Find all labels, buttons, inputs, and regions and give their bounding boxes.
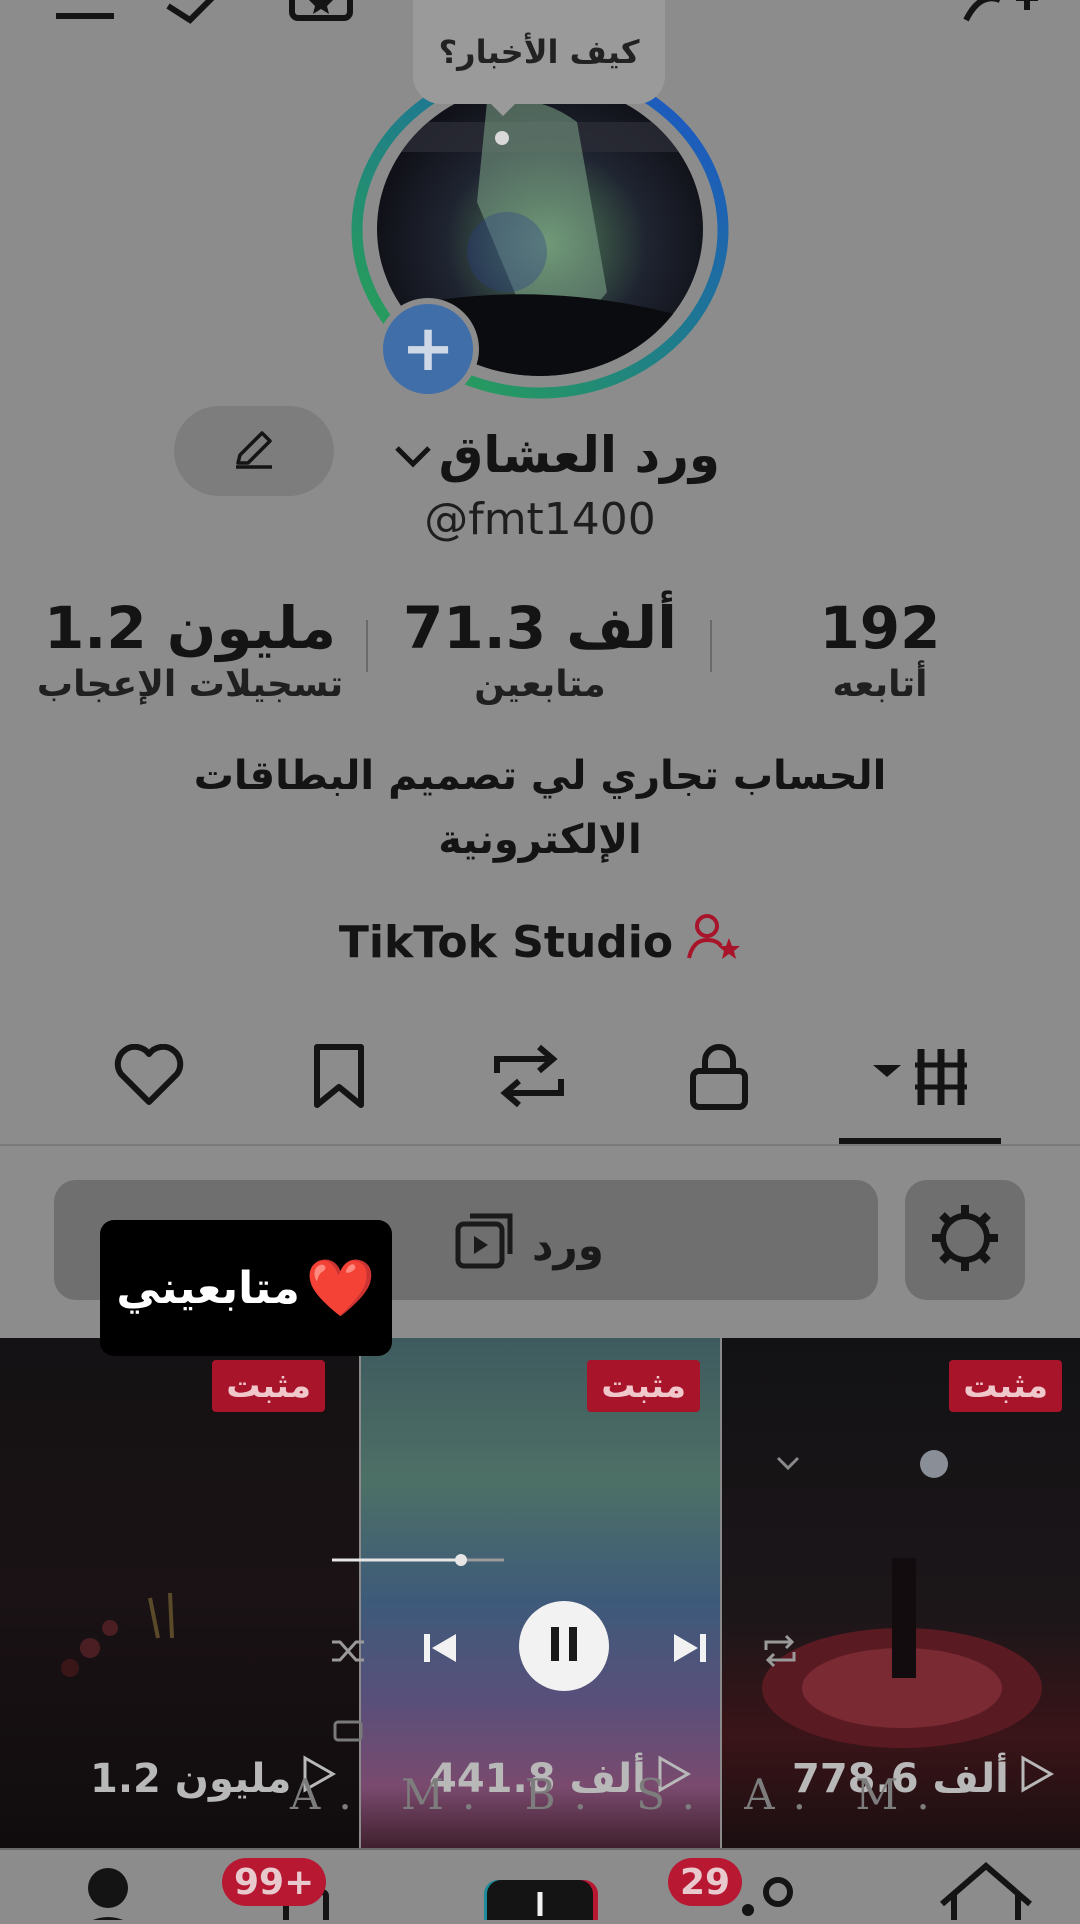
repeat-icon[interactable] <box>762 1634 798 1672</box>
add-friend-icon[interactable] <box>960 0 1038 26</box>
pinned-badge: مثبت <box>587 1360 700 1412</box>
edit-profile-button[interactable] <box>174 406 334 496</box>
followers-sticker: متابعيني ❤️ <box>100 1220 392 1356</box>
tab-private[interactable] <box>674 1040 764 1116</box>
tabs-divider <box>0 1144 1080 1146</box>
grid-dropdown-icon <box>865 1043 975 1113</box>
pencil-icon <box>232 427 276 475</box>
pause-button[interactable] <box>519 1601 609 1691</box>
pinned-badge: مثبت <box>212 1360 325 1412</box>
nav-create[interactable] <box>478 1852 602 1924</box>
menu-icon[interactable] <box>50 0 120 26</box>
inbox-badge: 29 <box>668 1858 743 1906</box>
bottom-divider <box>0 1848 1080 1850</box>
repost-icon <box>491 1043 567 1113</box>
username-handle: @fmt1400 <box>424 494 656 545</box>
bookmark-icon <box>311 1043 367 1113</box>
sticker-text: متابعيني <box>116 1262 300 1314</box>
tiktok-studio-link[interactable]: TikTok Studio <box>0 912 1080 972</box>
tab-reposts[interactable] <box>484 1040 574 1116</box>
next-track-icon[interactable] <box>670 1628 710 1672</box>
lock-icon <box>689 1041 749 1115</box>
play-icon <box>1019 1754 1055 1804</box>
followers-label[interactable]: متابعين <box>400 664 680 705</box>
studio-label: TikTok Studio <box>338 916 674 968</box>
playlist-label: ورد <box>532 1220 604 1270</box>
player-progress-track[interactable] <box>332 1550 504 1570</box>
status-text: كيف الأخبار؟ <box>438 33 640 71</box>
nav-profile[interactable] <box>60 1852 160 1924</box>
bio: الحساب تجاري لي تصميم البطاقات الإلكترون… <box>130 744 950 872</box>
pinned-badge: مثبت <box>949 1360 1062 1412</box>
favorites-icon[interactable] <box>286 0 356 26</box>
tab-saved[interactable] <box>294 1040 384 1116</box>
following-count[interactable]: 192 <box>780 594 980 662</box>
red-heart-icon: ❤️ <box>305 1256 376 1321</box>
pause-icon <box>547 1625 581 1667</box>
creator-tools-icon[interactable] <box>160 0 230 26</box>
nav-home[interactable] <box>926 1852 1046 1924</box>
gear-icon <box>930 1203 1000 1277</box>
profile-name-switcher[interactable]: ورد العشاق <box>380 420 720 490</box>
tab-liked[interactable] <box>104 1040 194 1116</box>
add-story-button[interactable]: + <box>377 298 479 400</box>
bio-line: الحساب تجاري لي تصميم البطاقات <box>193 753 887 799</box>
tab-videos[interactable] <box>860 1040 980 1116</box>
followers-count[interactable]: 71.3 ألف <box>400 594 680 662</box>
previous-track-icon[interactable] <box>420 1628 460 1672</box>
device-icon[interactable] <box>333 1720 363 1750</box>
shuffle-icon[interactable] <box>330 1636 366 1670</box>
heart-icon <box>113 1043 185 1112</box>
playlist-icon <box>454 1210 518 1280</box>
bio-line: الإلكترونية <box>438 817 642 863</box>
status-bubble[interactable]: كيف الأخبار؟ <box>413 0 665 116</box>
stat-divider <box>710 620 712 672</box>
notification-badge: 99+ <box>222 1858 327 1906</box>
likes-label[interactable]: تسجيلات الإعجاب <box>10 664 370 705</box>
likes-count[interactable]: 1.2 مليون <box>20 594 360 662</box>
following-label[interactable]: أتابعه <box>780 664 980 705</box>
watermark: A. M. B. S. A. M. <box>290 1770 948 1819</box>
display-name: ورد العشاق <box>438 426 720 484</box>
settings-button[interactable] <box>905 1180 1025 1300</box>
chevron-down-icon <box>393 426 433 484</box>
creator-star-icon <box>687 912 741 973</box>
